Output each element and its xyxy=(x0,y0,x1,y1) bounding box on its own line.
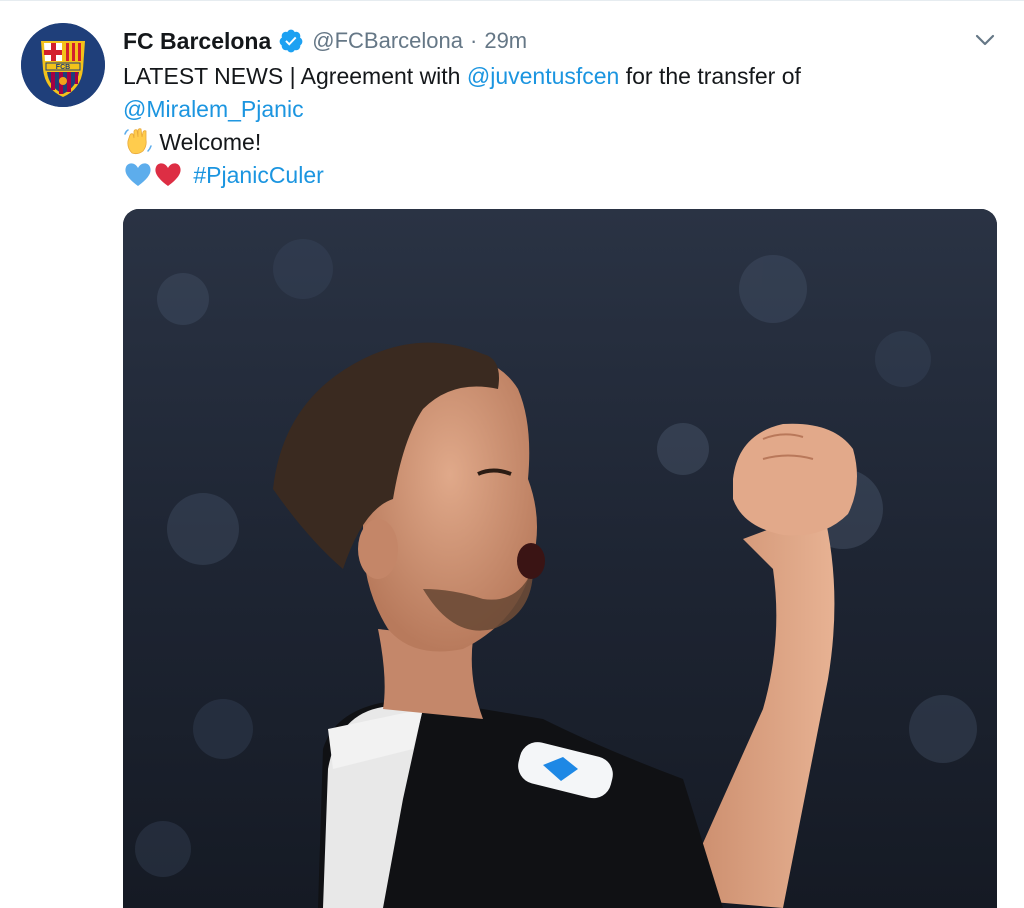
tweet-photo[interactable] xyxy=(123,209,997,908)
tweet-text-line-4: #PjanicCuler xyxy=(123,159,324,191)
tweet[interactable]: FCB FC Barcelona @FCBarcelona · 29m LATE… xyxy=(0,0,1024,908)
tweet-text: for the transfer of xyxy=(619,63,801,89)
welcome-text: Welcome! xyxy=(159,129,262,155)
tweet-text-line-1: LATEST NEWS | Agreement with @juventusfc… xyxy=(123,60,801,92)
separator-dot: · xyxy=(470,28,478,53)
tweet-header: FC Barcelona @FCBarcelona · 29m xyxy=(123,25,527,57)
waving-hand-icon xyxy=(124,128,152,155)
tweet-text-line-3: Welcome! xyxy=(123,126,261,158)
red-heart-icon xyxy=(155,163,181,186)
display-name[interactable]: FC Barcelona xyxy=(123,28,271,55)
handle[interactable]: @FCBarcelona xyxy=(312,28,463,54)
mention-link-juventus[interactable]: @juventusfcen xyxy=(467,63,620,89)
fcb-crest-icon: FCB xyxy=(21,23,105,107)
blue-heart-icon xyxy=(125,163,151,186)
hashtag-link[interactable]: #PjanicCuler xyxy=(193,162,323,188)
player-celebration-photo xyxy=(123,209,997,908)
avatar[interactable]: FCB xyxy=(21,23,105,107)
verified-badge-icon xyxy=(279,29,303,53)
tweet-text: LATEST NEWS | Agreement with xyxy=(123,63,467,89)
mention-link-pjanic[interactable]: @Miralem_Pjanic xyxy=(123,96,304,122)
tweet-text-line-2: @Miralem_Pjanic xyxy=(123,93,304,125)
chevron-down-icon[interactable] xyxy=(972,29,998,51)
timestamp[interactable]: 29m xyxy=(484,28,527,54)
crest-letters: FCB xyxy=(56,64,70,71)
